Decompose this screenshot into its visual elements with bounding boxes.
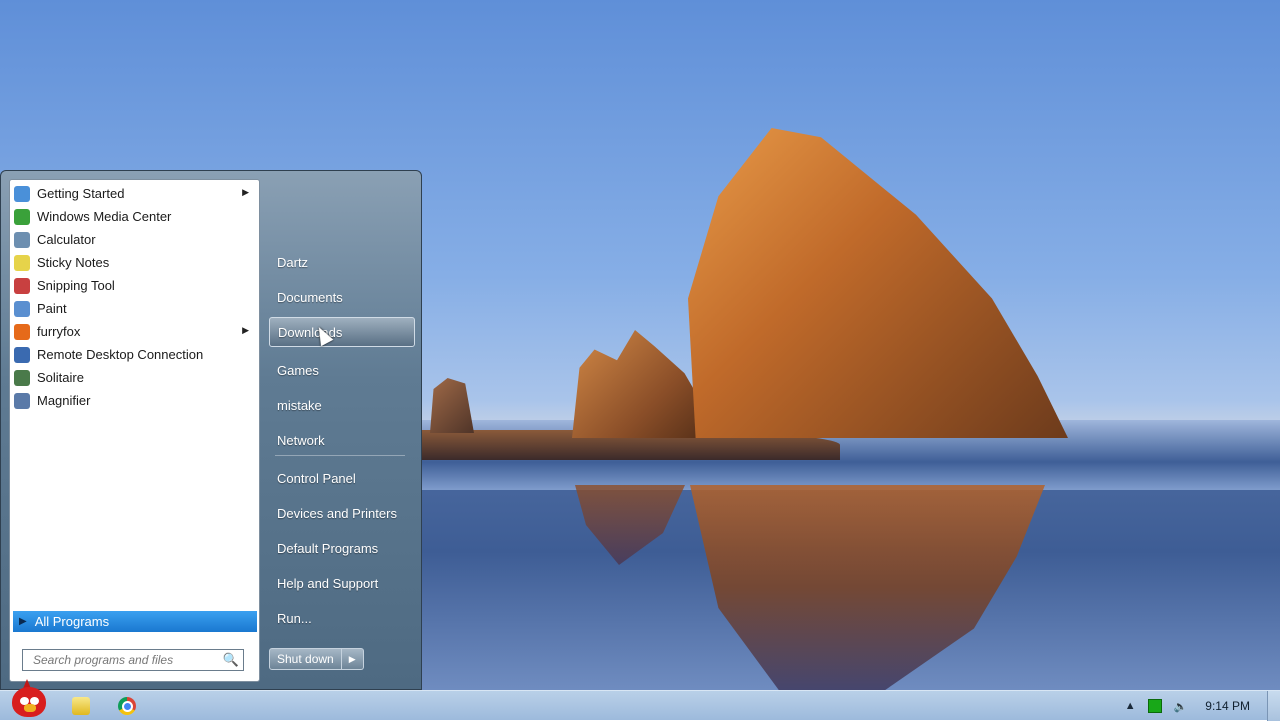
- program-item[interactable]: Solitaire: [10, 366, 259, 389]
- submenu-arrow-icon[interactable]: ▶: [242, 187, 249, 198]
- calculator-icon: [14, 231, 30, 248]
- sticky-notes-icon: [14, 254, 30, 271]
- program-label: Remote Desktop Connection: [37, 347, 204, 362]
- shutdown-options-arrow-icon[interactable]: ▶: [341, 648, 364, 670]
- place-downloads[interactable]: Downloads: [269, 317, 415, 347]
- place-control-panel[interactable]: Control Panel: [269, 463, 415, 493]
- program-label: Calculator: [37, 232, 96, 247]
- place-default-programs[interactable]: Default Programs: [269, 533, 415, 563]
- place-games[interactable]: Games: [269, 355, 415, 385]
- program-item[interactable]: Sticky Notes: [10, 251, 259, 274]
- program-label: Snipping Tool: [37, 278, 115, 293]
- place-run[interactable]: Run...: [269, 603, 415, 633]
- all-programs-label: All Programs: [34, 614, 110, 629]
- program-label: Windows Media Center: [37, 209, 172, 224]
- program-label: Magnifier: [37, 393, 91, 408]
- program-item[interactable]: Calculator: [10, 228, 259, 251]
- program-label: Solitaire: [37, 370, 84, 385]
- program-label: Paint: [37, 301, 67, 316]
- program-list: Getting Started ▶ Windows Media Center Calc…: [10, 182, 259, 412]
- show-hidden-icons-icon[interactable]: ▲: [1125, 700, 1136, 712]
- solitaire-icon: [14, 369, 30, 386]
- magnifier-icon: [14, 392, 30, 409]
- show-desktop-button[interactable]: [1267, 691, 1280, 721]
- shutdown-group: Shut down ▶: [269, 648, 364, 670]
- remote-desktop-icon: [14, 346, 30, 363]
- programs-pane: Getting Started ▶ Windows Media Center Calc…: [9, 179, 260, 682]
- shutdown-button[interactable]: Shut down: [269, 648, 342, 670]
- program-item[interactable]: Remote Desktop Connection: [10, 343, 259, 366]
- program-label: furryfox: [37, 324, 81, 339]
- bird-beak: [24, 704, 36, 712]
- program-label: Sticky Notes: [37, 255, 110, 270]
- taskbar: ▲ 🔈 9:14 PM: [0, 679, 1280, 721]
- chrome-icon[interactable]: [118, 697, 136, 715]
- place-network[interactable]: Network: [269, 425, 415, 455]
- snipping-tool-icon: [14, 277, 30, 294]
- program-label: Getting Started: [37, 186, 125, 201]
- submenu-arrow-icon[interactable]: ▶: [242, 325, 249, 336]
- places-pane: Shut down ▶ Dartz Documents Downloads Games…: [269, 171, 419, 691]
- program-item[interactable]: Snipping Tool: [10, 274, 259, 297]
- start-button[interactable]: [8, 679, 50, 721]
- place-dartz[interactable]: Dartz: [269, 247, 415, 277]
- wallpaper-reflection: [690, 485, 1045, 690]
- program-item[interactable]: Paint: [10, 297, 259, 320]
- place-help-and-support[interactable]: Help and Support: [269, 568, 415, 598]
- wallpaper-haystack-rock: [688, 128, 1068, 438]
- program-item[interactable]: furryfox ▶: [10, 320, 259, 343]
- search-icon[interactable]: 🔍: [223, 652, 239, 668]
- places-separator: [275, 455, 405, 456]
- place-documents[interactable]: Documents: [269, 282, 415, 312]
- all-programs-button[interactable]: ▶ All Programs: [13, 611, 257, 632]
- system-tray: ▲ 🔈 9:14 PM: [1125, 691, 1280, 721]
- getting-started-icon: [14, 185, 30, 202]
- search-input[interactable]: [31, 652, 225, 668]
- program-item[interactable]: Getting Started ▶: [10, 182, 259, 205]
- triangle-right-icon: ▶: [19, 616, 27, 627]
- program-item[interactable]: Windows Media Center: [10, 205, 259, 228]
- network-icon[interactable]: [1147, 699, 1162, 713]
- wallpaper-rock-small: [430, 378, 474, 433]
- paint-icon: [14, 300, 30, 317]
- clock[interactable]: 9:14 PM: [1205, 699, 1250, 713]
- place-mistake[interactable]: mistake: [269, 390, 415, 420]
- firefox-icon: [14, 323, 30, 340]
- volume-icon[interactable]: 🔈: [1174, 700, 1188, 713]
- place-devices-and-printers[interactable]: Devices and Printers: [269, 498, 415, 528]
- wallpaper-reflection-small: [575, 485, 685, 565]
- angry-bird-icon: [12, 687, 46, 717]
- windows-explorer-icon[interactable]: [72, 697, 90, 715]
- search-box[interactable]: 🔍: [22, 649, 244, 671]
- program-item[interactable]: Magnifier: [10, 389, 259, 412]
- media-center-icon: [14, 208, 30, 225]
- start-menu: Getting Started ▶ Windows Media Center Calc…: [0, 170, 422, 690]
